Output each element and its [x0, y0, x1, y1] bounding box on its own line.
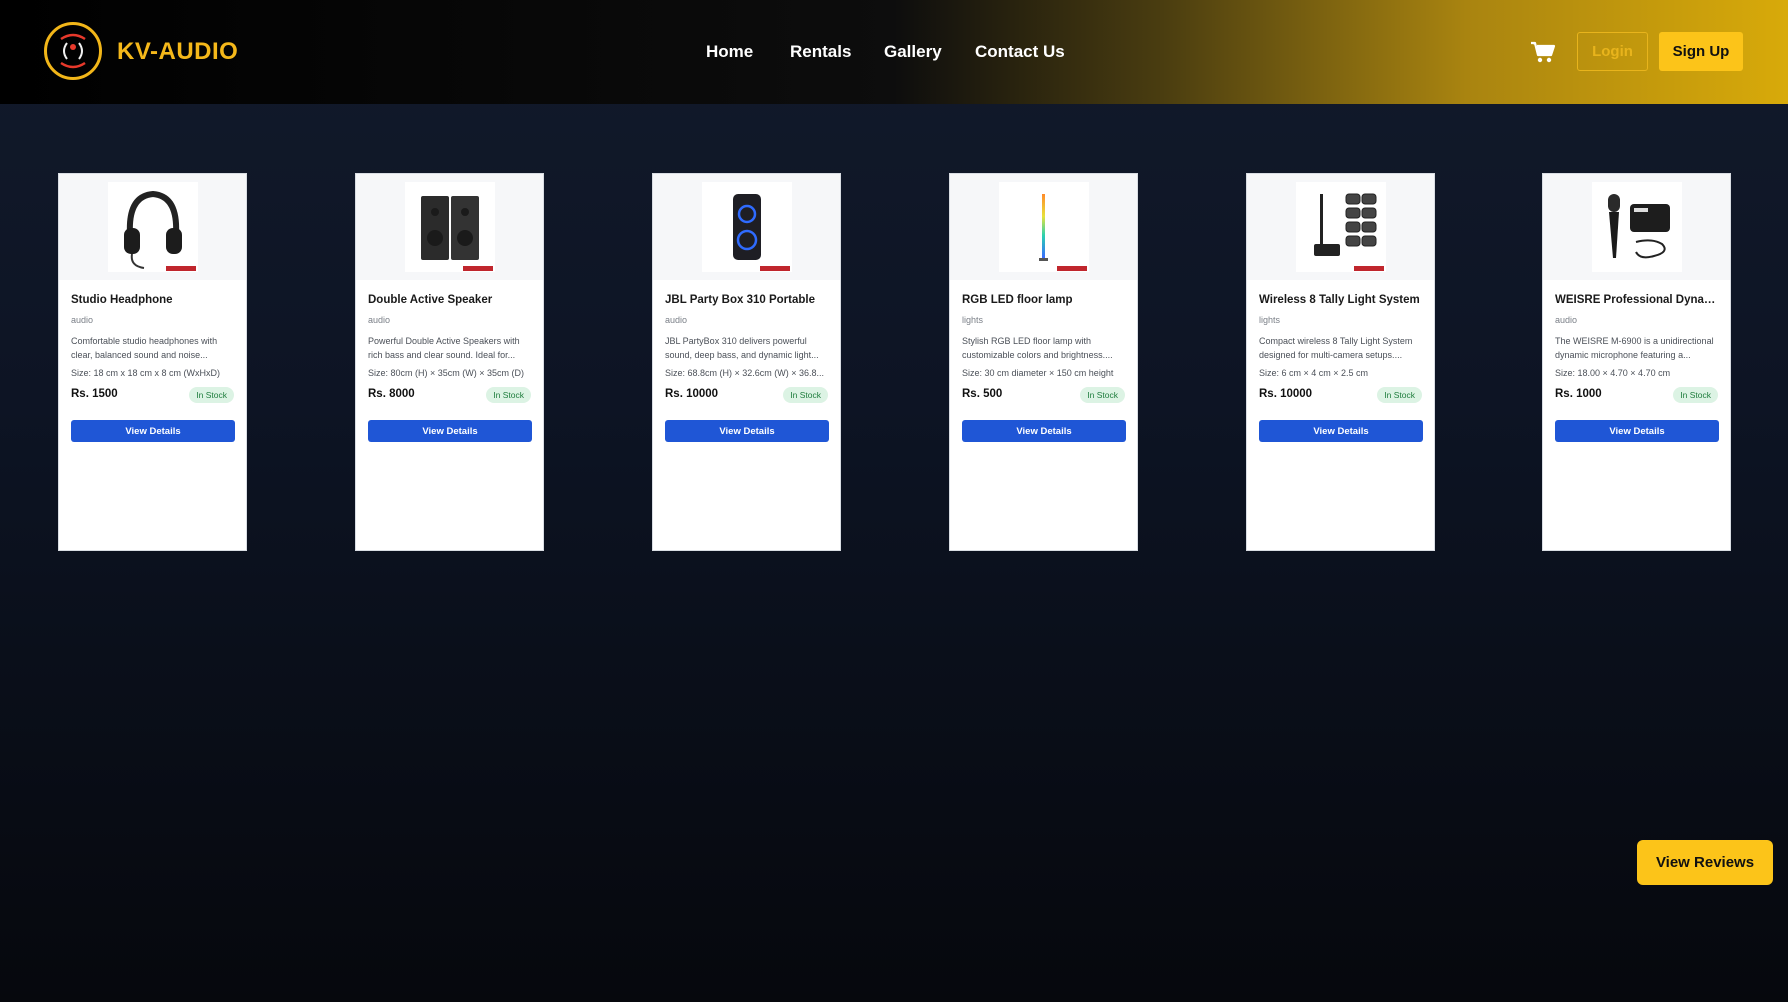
product-price: Rs. 10000 — [1259, 388, 1313, 400]
product-title: WEISRE Professional Dynamic... — [1555, 294, 1723, 306]
product-price: Rs. 8000 — [368, 388, 415, 400]
product-description: Compact wireless 8 Tally Light System de… — [1259, 336, 1413, 360]
product-price: Rs. 1500 — [71, 388, 118, 400]
site-header: KV-AUDIO Home Rentals Gallery Contact Us… — [0, 0, 1788, 104]
product-card: Studio Headphone audio Comfortable studi… — [58, 173, 247, 551]
view-details-button[interactable]: View Details — [368, 420, 532, 442]
product-category: lights — [1259, 315, 1281, 325]
view-details-button[interactable]: View Details — [962, 420, 1126, 442]
product-title: JBL Party Box 310 Portable — [665, 294, 815, 306]
cart-icon[interactable] — [1530, 40, 1556, 64]
product-price: Rs. 10000 — [665, 388, 719, 400]
product-price: Rs. 500 — [962, 388, 1003, 400]
product-title: Wireless 8 Tally Light System — [1259, 294, 1420, 306]
view-details-button[interactable]: View Details — [1259, 420, 1423, 442]
product-card: JBL Party Box 310 Portable audio JBL Par… — [652, 173, 841, 551]
product-category: audio — [1555, 315, 1578, 325]
product-category: audio — [665, 315, 688, 325]
product-size: Size: 80cm (H) × 35cm (W) × 35cm (D) — [368, 368, 525, 378]
view-details-button[interactable]: View Details — [1555, 420, 1719, 442]
view-details-button[interactable]: View Details — [665, 420, 829, 442]
partybox-image[interactable] — [702, 182, 792, 272]
headphone-image[interactable] — [108, 182, 198, 272]
product-size: Size: 18.00 × 4.70 × 4.70 cm — [1555, 368, 1671, 378]
nav-rentals[interactable]: Rentals — [790, 42, 851, 62]
nav-home[interactable]: Home — [706, 42, 753, 62]
logo-icon[interactable] — [44, 22, 102, 80]
stock-badge: In Stock — [783, 387, 828, 403]
product-description: Comfortable studio headphones with clear… — [71, 336, 218, 360]
stock-badge: In Stock — [1673, 387, 1718, 403]
stock-badge: In Stock — [189, 387, 234, 403]
product-size: Size: 18 cm x 18 cm x 8 cm (WxHxD) — [71, 368, 221, 378]
view-reviews-button[interactable]: View Reviews — [1637, 840, 1773, 885]
product-card: Wireless 8 Tally Light System lights Com… — [1246, 173, 1435, 551]
nav-contact-us[interactable]: Contact Us — [975, 42, 1065, 62]
nav-gallery[interactable]: Gallery — [884, 42, 942, 62]
product-card: RGB LED floor lamp lights Stylish RGB LE… — [949, 173, 1138, 551]
product-card: WEISRE Professional Dynamic... audio The… — [1542, 173, 1731, 551]
brand-name[interactable]: KV-AUDIO — [117, 38, 238, 66]
product-category: audio — [71, 315, 94, 325]
product-description: Stylish RGB LED floor lamp with customiz… — [962, 336, 1113, 360]
product-size: Size: 30 cm diameter × 150 cm height — [962, 368, 1114, 378]
floor-lamp-image[interactable] — [999, 182, 1089, 272]
product-size: Size: 68.8cm (H) × 32.6cm (W) × 36.8... — [665, 368, 825, 378]
speaker-image[interactable] — [405, 182, 495, 272]
product-description: The WEISRE M-6900 is a unidirectional dy… — [1555, 336, 1714, 360]
product-description: JBL PartyBox 310 delivers powerful sound… — [665, 336, 819, 360]
product-price: Rs. 1000 — [1555, 388, 1602, 400]
stock-badge: In Stock — [1377, 387, 1422, 403]
stock-badge: In Stock — [486, 387, 531, 403]
product-title: Studio Headphone — [71, 294, 173, 306]
product-card: Double Active Speaker audio Powerful Dou… — [355, 173, 544, 551]
product-title: RGB LED floor lamp — [962, 294, 1073, 306]
product-title: Double Active Speaker — [368, 294, 493, 306]
stock-badge: In Stock — [1080, 387, 1125, 403]
product-description: Powerful Double Active Speakers with ric… — [368, 336, 520, 360]
product-category: audio — [368, 315, 391, 325]
view-details-button[interactable]: View Details — [71, 420, 235, 442]
product-size: Size: 6 cm × 4 cm × 2.5 cm — [1259, 368, 1369, 378]
signup-button[interactable]: Sign Up — [1659, 32, 1743, 71]
login-button[interactable]: Login — [1577, 32, 1648, 71]
microphone-image[interactable] — [1592, 182, 1682, 272]
product-category: lights — [962, 315, 984, 325]
tally-light-image[interactable] — [1296, 182, 1386, 272]
